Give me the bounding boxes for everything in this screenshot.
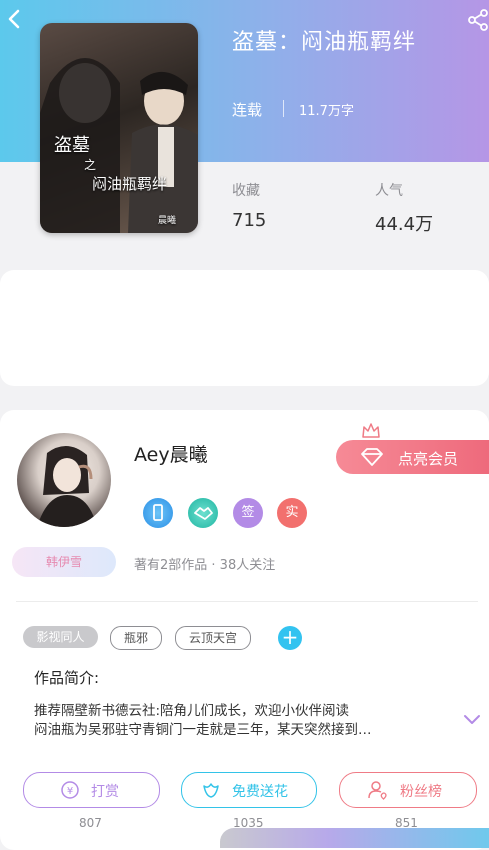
author-name[interactable]: Aey晨曦 [134, 440, 208, 467]
fan-rank-icon [368, 781, 387, 800]
svg-text:¥: ¥ [67, 786, 73, 797]
ad-placeholder-card [0, 270, 489, 386]
coin-icon: ¥ [61, 781, 79, 799]
fan-title-tag: 韩伊雪 [12, 547, 116, 577]
cover-title-2: 之 [84, 158, 97, 172]
add-tag-button[interactable]: + [278, 626, 302, 650]
signed-badge[interactable]: 签 [233, 498, 263, 528]
cover-credit: 晨曦 [158, 216, 177, 226]
handshake-badge-icon[interactable] [188, 498, 218, 528]
crown-icon [362, 423, 380, 438]
flower-icon [203, 783, 219, 798]
cover-title-1: 盗墓 [54, 135, 90, 156]
tag-arc[interactable]: 云顶天宫 [175, 626, 251, 650]
back-arrow-icon[interactable] [4, 8, 26, 30]
reward-label: 打赏 [91, 784, 119, 800]
vip-button-label: 点亮会员 [398, 450, 459, 468]
intro-line-1: 推荐隔壁新书德云社:陪角儿们成长，欢迎小伙伴阅读 [34, 703, 350, 719]
phone-badge-icon[interactable] [143, 498, 173, 528]
works-summary: 著有2部作品 · 38人关注 [134, 558, 276, 573]
tag-pairing[interactable]: 瓶邪 [110, 626, 162, 650]
reward-button[interactable]: ¥ 打赏 [23, 772, 160, 808]
favorites-value: 715 [232, 210, 267, 231]
send-flower-label: 免费送花 [232, 784, 288, 800]
intro-line-2: 闷油瓶为吴邪驻守青铜门一走就是三年，某天突然接到… [34, 722, 372, 738]
cover-art [40, 58, 198, 233]
diamond-icon [361, 448, 383, 466]
popularity-label: 人气 [375, 183, 403, 199]
word-count: 11.7万字 [299, 104, 354, 119]
book-title: 盗墓：闷油瓶羁绊 [232, 30, 417, 55]
avatar-image [37, 445, 97, 527]
author-avatar[interactable] [17, 433, 111, 527]
vip-activate-button[interactable]: 点亮会员 [336, 440, 489, 474]
chevron-down-icon[interactable] [462, 712, 482, 726]
book-cover[interactable]: 盗墓 之 闷油瓶羁绊 晨曦 [40, 23, 198, 233]
intro-heading: 作品简介: [34, 669, 100, 687]
status-divider [283, 100, 284, 117]
intro-text[interactable]: 推荐隔壁新书德云社:陪角儿们成长，欢迎小伙伴阅读 闷油瓶为吴邪驻守青铜门一走就是… [34, 702, 444, 740]
read-now-button[interactable] [220, 828, 489, 848]
serial-status: 连载 [232, 101, 263, 119]
favorites-label: 收藏 [232, 183, 260, 199]
section-divider [16, 601, 478, 602]
fan-rank-label: 粉丝榜 [400, 784, 442, 800]
popularity-value: 44.4万 [375, 214, 434, 235]
cover-title-3: 闷油瓶羁绊 [92, 175, 168, 193]
fan-rank-button[interactable]: 粉丝榜 [339, 772, 477, 808]
send-flower-button[interactable]: 免费送花 [181, 772, 317, 808]
verified-badge[interactable]: 实 [277, 498, 307, 528]
share-icon[interactable] [466, 8, 489, 32]
tag-genre[interactable]: 影视同人 [23, 626, 98, 648]
